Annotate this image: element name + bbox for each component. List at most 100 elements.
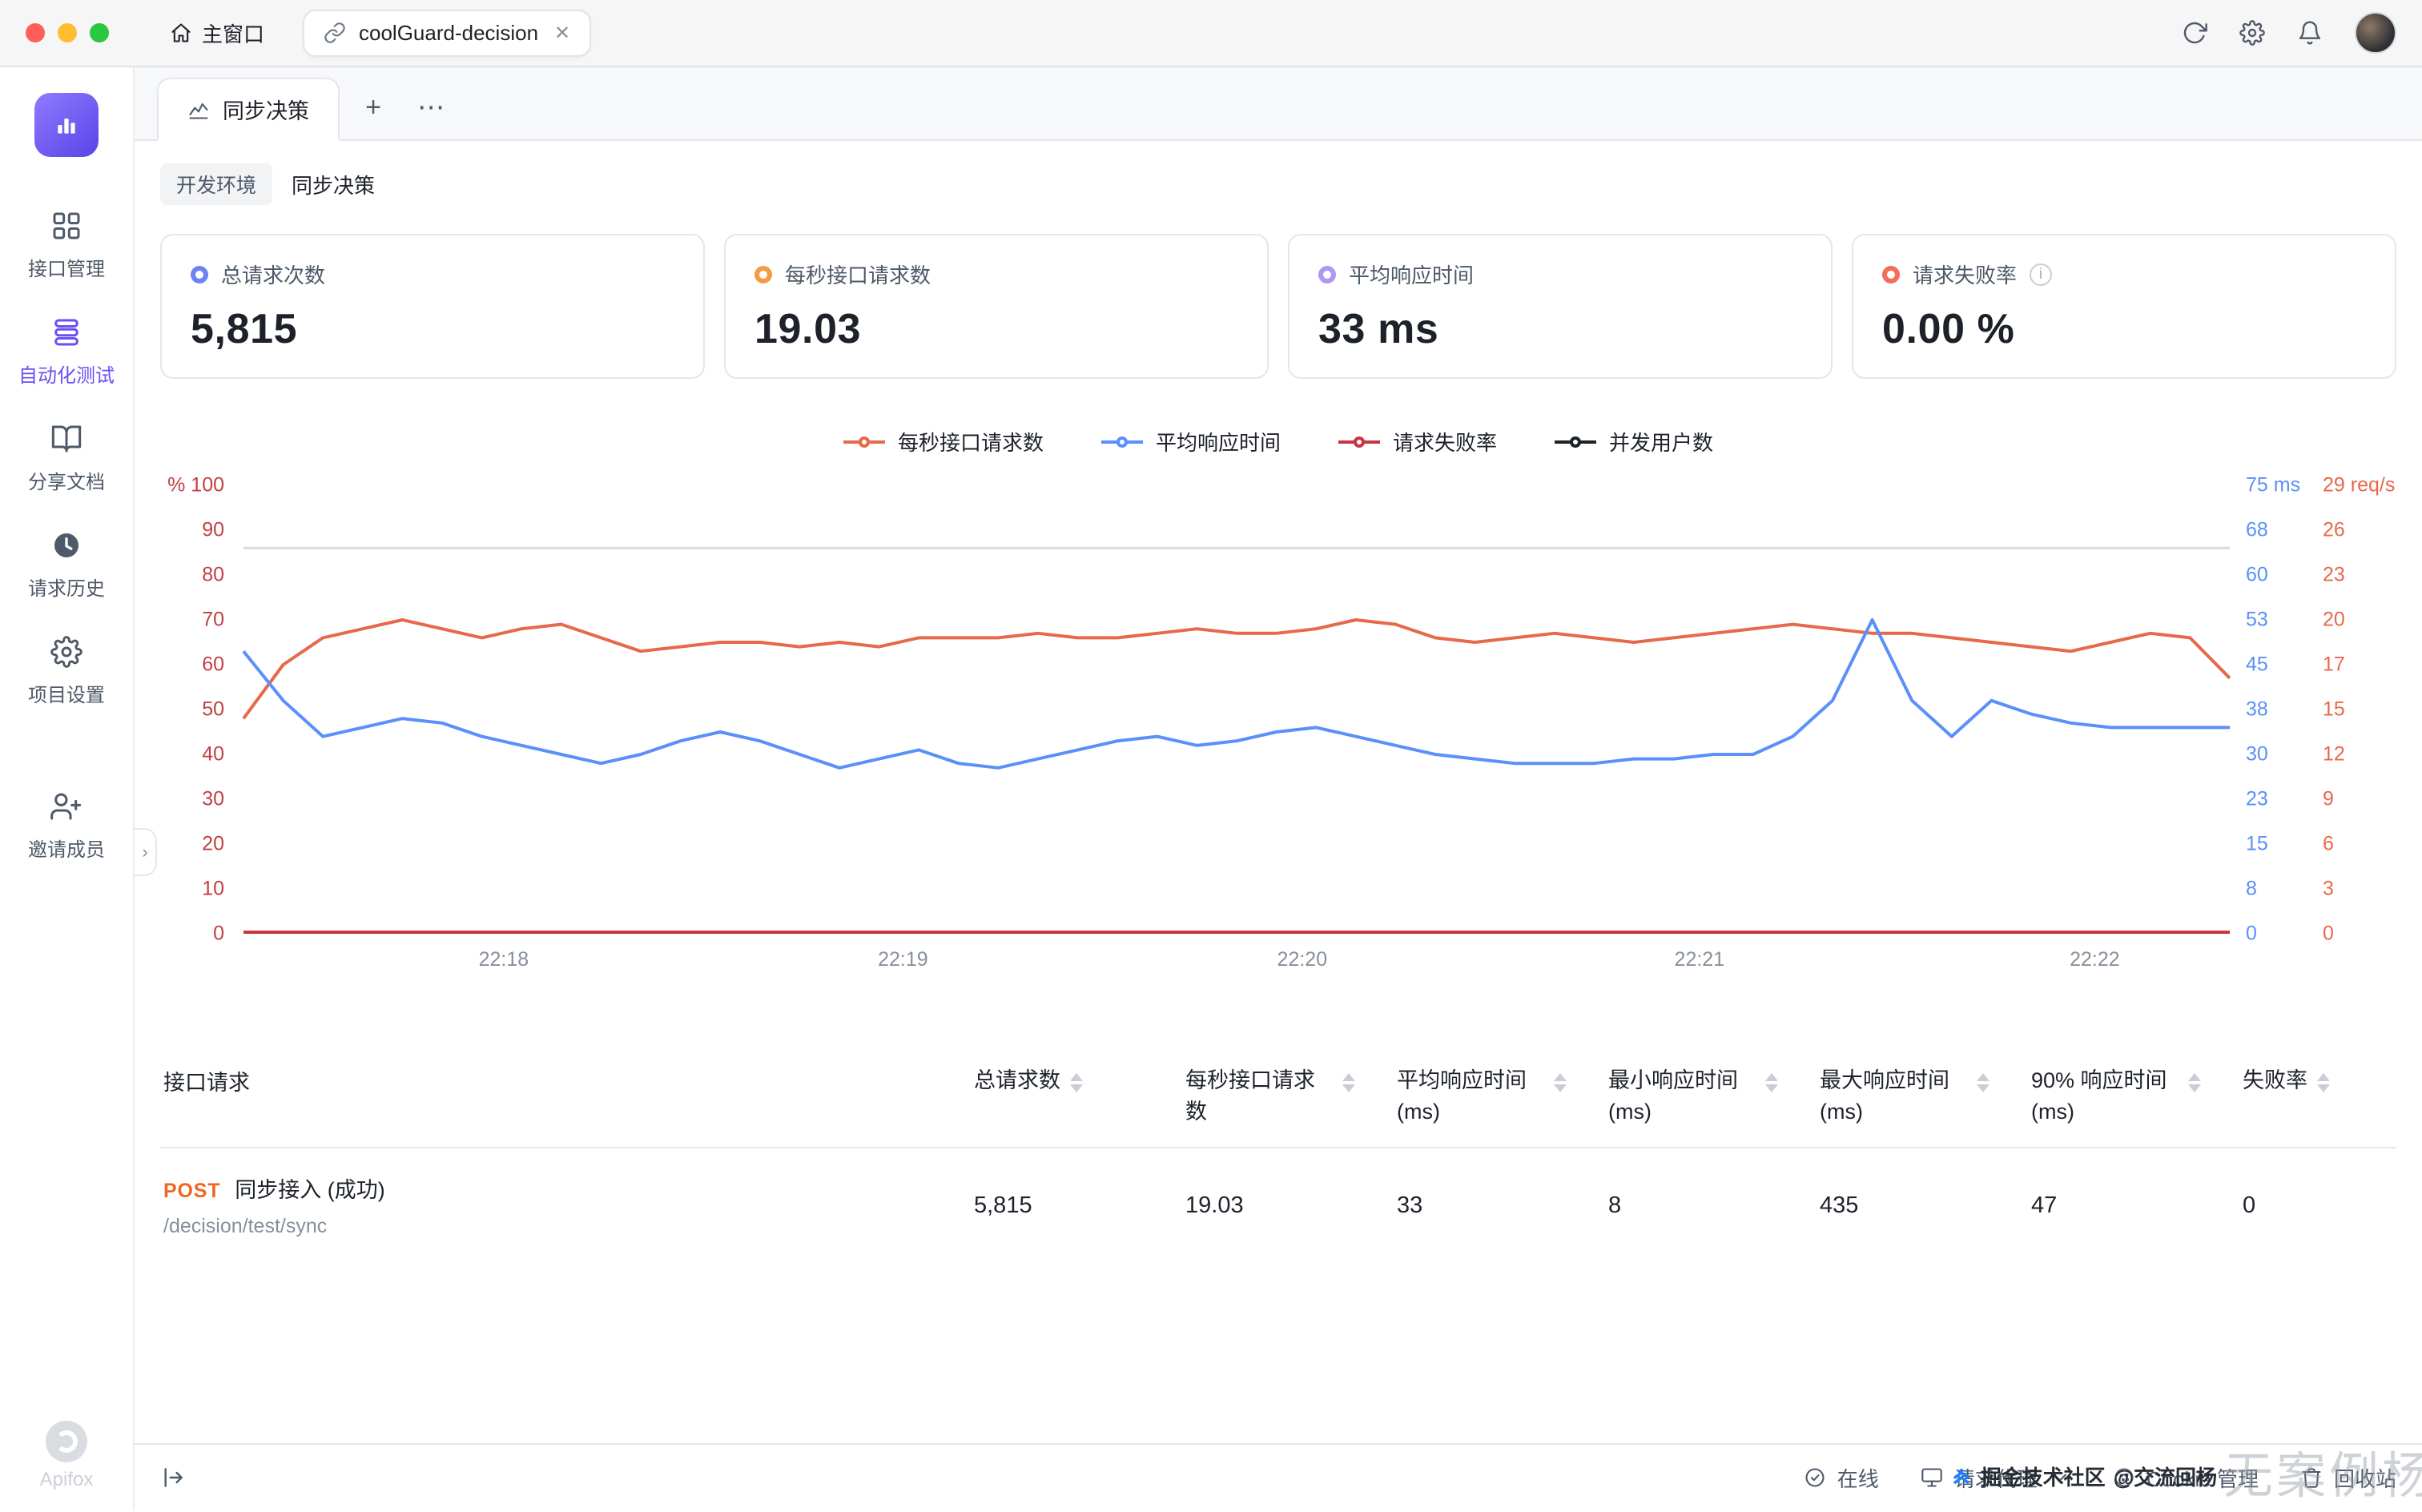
sidebar-item-api-management[interactable]: 接口管理 (0, 192, 133, 299)
header-failure-rate[interactable]: 失败率 (2243, 1065, 2396, 1096)
statusbar: 在线 请求代理 Cookie 管理 回收站 (135, 1443, 2422, 1510)
axis-tick: 30 (2246, 743, 2268, 766)
legend-marker (1338, 440, 1380, 444)
stat-value: 33 ms (1318, 305, 1802, 353)
header-rps[interactable]: 每秒接口请求数 (1185, 1065, 1374, 1128)
apifox-brand-label: Apifox (40, 1469, 94, 1491)
legend-item-平均响应时间[interactable]: 平均响应时间 (1101, 427, 1281, 456)
sidebar-item-request-history[interactable]: 请求历史 (0, 512, 133, 618)
sidebar-item-invite-members[interactable]: 邀请成员 (0, 773, 133, 879)
sidebar-item-label: 接口管理 (28, 253, 105, 281)
axis-tick: 8 (2246, 878, 2257, 901)
legend-item-每秒接口请求数[interactable]: 每秒接口请求数 (843, 427, 1044, 456)
cell-total: 5,815 (974, 1192, 1163, 1219)
gear-icon[interactable] (2239, 20, 2265, 46)
request-path: /decision/test/sync (163, 1215, 952, 1238)
sort-control[interactable] (1554, 1073, 1567, 1092)
sort-control[interactable] (1342, 1073, 1355, 1092)
sort-control[interactable] (1765, 1073, 1778, 1092)
request-proxy-menu[interactable]: 请求代理 (1921, 1463, 2071, 1493)
axis-tick: 0 (213, 923, 224, 946)
api-grid-icon (50, 210, 82, 242)
axis-tick: 40 (202, 743, 224, 766)
cookie-manager[interactable]: Cookie 管理 (2113, 1463, 2259, 1493)
axis-tick: 75 ms (2246, 474, 2300, 497)
cell-p90: 47 (2031, 1192, 2220, 1219)
sidebar-item-label: 邀请成员 (28, 834, 105, 862)
refresh-icon[interactable] (2182, 20, 2207, 46)
legend-item-请求失败率[interactable]: 请求失败率 (1338, 427, 1497, 456)
x-axis-tick: 22:21 (1675, 948, 1725, 971)
header-min-response[interactable]: 最小响应时间(ms) (1608, 1065, 1797, 1128)
recycle-bin[interactable]: 回收站 (2300, 1463, 2396, 1493)
sidebar-item-project-settings[interactable]: 项目设置 (0, 618, 133, 725)
axis-tick: 26 (2323, 519, 2345, 542)
expand-panel-icon[interactable] (160, 1465, 186, 1490)
user-avatar[interactable] (2355, 12, 2396, 54)
sort-control[interactable] (1977, 1073, 1990, 1092)
header-avg-response[interactable]: 平均响应时间(ms) (1397, 1065, 1586, 1128)
legend-label: 平均响应时间 (1156, 427, 1281, 456)
apifox-app-window: 主窗口 coolGuard-decision ✕ 接口管理 (0, 0, 2422, 1512)
apifox-logo[interactable] (34, 93, 99, 157)
legend-label: 每秒接口请求数 (898, 427, 1044, 456)
traffic-lights (26, 23, 109, 42)
sidebar-item-label: 分享文档 (28, 466, 105, 494)
axis-tick: 9 (2323, 788, 2334, 811)
header-total-requests[interactable]: 总请求数 (974, 1065, 1163, 1096)
table-header-row: 接口请求 总请求数 每秒接口请求数 平均响应时间(ms) 最小响应时间(ms) … (160, 1052, 2396, 1148)
axis-tick: 3 (2323, 878, 2334, 901)
axis-tick: 90 (202, 519, 224, 542)
sidebar-item-label: 自动化测试 (18, 360, 115, 388)
axis-tick: 45 (2246, 653, 2268, 677)
close-tab-icon[interactable]: ✕ (554, 22, 570, 45)
stat-card-avg-response: 平均响应时间 33 ms (1288, 234, 1833, 379)
titlebar: 主窗口 coolGuard-decision ✕ (0, 0, 2422, 67)
header-p90-response[interactable]: 90% 响应时间(ms) (2031, 1065, 2220, 1128)
main-window-button[interactable]: 主窗口 (154, 9, 280, 58)
page-title: 同步决策 (292, 170, 375, 199)
statusbar-actions: 在线 请求代理 Cookie 管理 回收站 (1804, 1463, 2396, 1493)
invite-user-plus-icon (50, 790, 82, 822)
project-window-tab[interactable]: coolGuard-decision ✕ (303, 10, 591, 57)
results-table: 接口请求 总请求数 每秒接口请求数 平均响应时间(ms) 最小响应时间(ms) … (160, 1052, 2396, 1261)
project-settings-gear-icon (50, 636, 82, 668)
header-max-response[interactable]: 最大响应时间(ms) (1820, 1065, 2009, 1128)
link-icon (324, 22, 346, 44)
axis-tick: 60 (2246, 564, 2268, 587)
project-tab-title: coolGuard-decision (359, 21, 538, 46)
chart-legend: 每秒接口请求数 平均响应时间 请求失败率 并发用户数 (135, 379, 2422, 479)
sidebar-item-share-docs[interactable]: 分享文档 (0, 405, 133, 512)
home-icon (170, 22, 192, 44)
tab-sync-decision[interactable]: 同步决策 (157, 78, 340, 141)
axis-tick: 15 (2323, 698, 2345, 722)
axis-tick: 50 (202, 698, 224, 722)
proxy-label: 请求代理 (1954, 1463, 2038, 1493)
x-axis-tick: 22:22 (2070, 948, 2120, 971)
bell-icon[interactable] (2297, 20, 2323, 46)
minimize-window-button[interactable] (58, 23, 77, 42)
sidebar-item-automated-testing[interactable]: 自动化测试 (0, 299, 133, 405)
recycle-bin-label: 回收站 (2334, 1463, 2396, 1493)
sidebar-expand-handle[interactable]: › (135, 828, 157, 876)
trash-icon (2300, 1466, 2323, 1489)
zoom-window-button[interactable] (90, 23, 109, 42)
legend-item-并发用户数[interactable]: 并发用户数 (1555, 427, 1713, 456)
legend-label: 并发用户数 (1609, 427, 1713, 456)
add-tab-button[interactable]: + (349, 83, 397, 131)
x-axis-tick: 22:20 (1277, 948, 1328, 971)
more-tabs-button[interactable]: ⋯ (407, 83, 455, 131)
axis-tick: 23 (2323, 564, 2345, 587)
chart-series-canvas (243, 485, 2230, 934)
info-icon[interactable]: i (2030, 263, 2052, 286)
axis-tick: 0 (2323, 923, 2334, 946)
table-row[interactable]: POST 同步接入 (成功) /decision/test/sync 5,815… (160, 1148, 2396, 1261)
axis-tick: 6 (2323, 833, 2334, 856)
sort-control[interactable] (1070, 1073, 1083, 1092)
sort-control[interactable] (2188, 1073, 2201, 1092)
online-status[interactable]: 在线 (1804, 1463, 1879, 1493)
close-window-button[interactable] (26, 23, 45, 42)
sort-control[interactable] (2317, 1073, 2330, 1092)
environment-badge[interactable]: 开发环境 (160, 163, 272, 205)
legend-marker (843, 440, 885, 444)
